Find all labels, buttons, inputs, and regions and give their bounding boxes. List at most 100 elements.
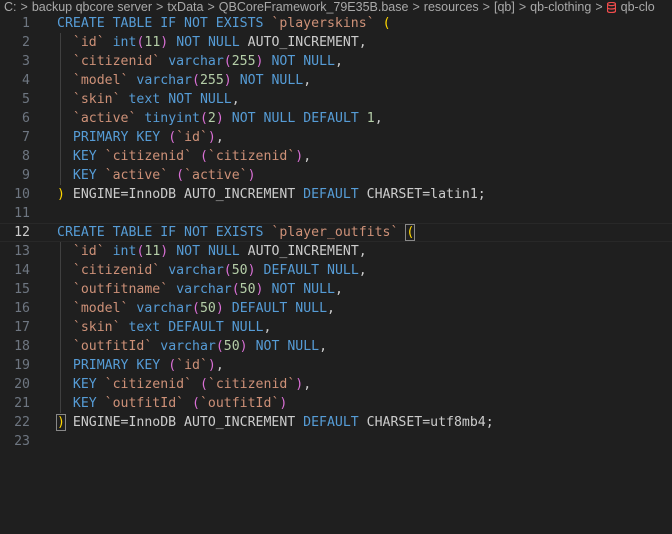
code-line[interactable]: 2 `id` int(11) NOT NULL AUTO_INCREMENT,	[0, 33, 672, 52]
breadcrumb-item[interactable]: QBCoreFramework_79E35B.base	[219, 0, 409, 14]
code-token: ,	[319, 339, 328, 354]
code-token: (	[199, 111, 208, 126]
line-number: 15	[14, 282, 30, 297]
code-token: NOT NULL	[176, 35, 240, 50]
code-token: )	[247, 263, 256, 278]
code-line[interactable]: 15 `outfitname` varchar(50) NOT NULL,	[0, 280, 672, 299]
code-line[interactable]: 5 `skin` text NOT NULL,	[0, 90, 672, 109]
code-token: AUTO_INCREMENT,	[239, 244, 367, 259]
code-line[interactable]: 16 `model` varchar(50) DEFAULT NULL,	[0, 299, 672, 318]
code-line[interactable]: 20 KEY `citizenid` (`citizenid`),	[0, 375, 672, 394]
code-token: DEFAULT NULL	[168, 320, 264, 335]
line-number: 2	[22, 35, 30, 50]
code-token: DEFAULT NULL	[263, 263, 359, 278]
code-token: NOT NULL	[239, 73, 304, 88]
code-token: )	[207, 130, 216, 145]
code-line[interactable]: 12 CREATE TABLE IF NOT EXISTS `player_out…	[0, 223, 672, 242]
code-token: 1	[366, 111, 375, 126]
code-token: `player_outfits`	[271, 225, 399, 240]
code-token: IF NOT EXISTS	[160, 16, 264, 31]
code-text: `id` int(11) NOT NULL AUTO_INCREMENT,	[57, 33, 367, 52]
code-text: `id` int(11) NOT NULL AUTO_INCREMENT,	[57, 242, 367, 261]
breadcrumb-item[interactable]: qb-clothing	[530, 0, 591, 14]
code-line[interactable]: 23	[0, 432, 672, 451]
code-token: )	[223, 73, 232, 88]
code-text: `outfitname` varchar(50) NOT NULL,	[57, 280, 343, 299]
code-text: KEY `active` (`active`)	[57, 166, 256, 185]
line-number: 3	[22, 54, 30, 69]
line-number: 19	[14, 358, 30, 373]
code-token: (	[223, 263, 232, 278]
code-line[interactable]: 4 `model` varchar(255) NOT NULL,	[0, 71, 672, 90]
line-number: 23	[14, 434, 30, 449]
code-line[interactable]: 14 `citizenid` varchar(50) DEFAULT NULL,	[0, 261, 672, 280]
code-token: KEY	[72, 149, 97, 164]
code-line[interactable]: 10) ENGINE=InnoDB AUTO_INCREMENT DEFAULT…	[0, 185, 672, 204]
code-token: ,	[358, 263, 367, 278]
code-line[interactable]: 22) ENGINE=InnoDB AUTO_INCREMENT DEFAULT…	[0, 413, 672, 432]
code-line[interactable]: 9 KEY `active` (`active`)	[0, 166, 672, 185]
code-line[interactable]: 17 `skin` text DEFAULT NULL,	[0, 318, 672, 337]
code-token: (	[168, 358, 177, 373]
code-editor[interactable]: 1 CREATE TABLE IF NOT EXISTS `playerskins…	[0, 14, 672, 534]
code-line[interactable]: 3 `citizenid` varchar(255) NOT NULL,	[0, 52, 672, 71]
code-line[interactable]: 13 `id` int(11) NOT NULL AUTO_INCREMENT,	[0, 242, 672, 261]
code-token: (	[192, 301, 200, 316]
breadcrumb-item[interactable]: resources	[424, 0, 479, 14]
code-line[interactable]: 7 PRIMARY KEY (`id`),	[0, 128, 672, 147]
code-token: KEY	[72, 377, 97, 392]
code-text: KEY `citizenid` (`citizenid`),	[57, 375, 311, 394]
code-text: `model` varchar(50) DEFAULT NULL,	[57, 299, 335, 318]
code-token: 50	[231, 263, 248, 278]
code-token: ,	[303, 377, 312, 392]
code-text: `active` tinyint(2) NOT NULL DEFAULT 1,	[57, 109, 383, 128]
code-token: )	[207, 358, 216, 373]
database-icon	[606, 1, 616, 13]
code-token: `skin`	[72, 92, 121, 107]
code-token: tinyint	[144, 111, 200, 126]
breadcrumb-item[interactable]: qb-clo	[621, 0, 655, 14]
code-line[interactable]: 6 `active` tinyint(2) NOT NULL DEFAULT 1…	[0, 109, 672, 128]
code-token: )	[247, 168, 256, 183]
line-number: 14	[14, 263, 30, 278]
code-token: `model`	[72, 301, 129, 316]
breadcrumb-item[interactable]: txData	[167, 0, 203, 14]
code-token: )	[239, 339, 248, 354]
code-token: (	[168, 130, 177, 145]
code-line[interactable]: 1 CREATE TABLE IF NOT EXISTS `playerskins…	[0, 14, 672, 33]
code-line[interactable]: 18 `outfitId` varchar(50) NOT NULL,	[0, 337, 672, 356]
breadcrumb-item[interactable]: C:	[4, 0, 17, 14]
code-token: `citizenid`	[72, 54, 161, 69]
code-token: 50	[239, 282, 256, 297]
line-number: 7	[22, 130, 30, 145]
code-token: (	[199, 377, 208, 392]
code-text: PRIMARY KEY (`id`),	[57, 356, 224, 375]
code-token: CHARSET=latin1;	[358, 187, 486, 202]
code-line[interactable]: 11	[0, 204, 672, 223]
breadcrumb-item[interactable]: [qb]	[494, 0, 515, 14]
code-token: ,	[215, 130, 224, 145]
code-token: (	[199, 149, 208, 164]
code-line[interactable]: 8 KEY `citizenid` (`citizenid`),	[0, 147, 672, 166]
code-token: )	[215, 111, 224, 126]
breadcrumb-item[interactable]: backup qbcore server	[32, 0, 152, 14]
code-line[interactable]: 19 PRIMARY KEY (`id`),	[0, 356, 672, 375]
code-token: `citizenid`	[207, 377, 296, 392]
code-token: `skin`	[72, 320, 121, 335]
code-line[interactable]: 21 KEY `outfitId` (`outfitId`)	[0, 394, 672, 413]
